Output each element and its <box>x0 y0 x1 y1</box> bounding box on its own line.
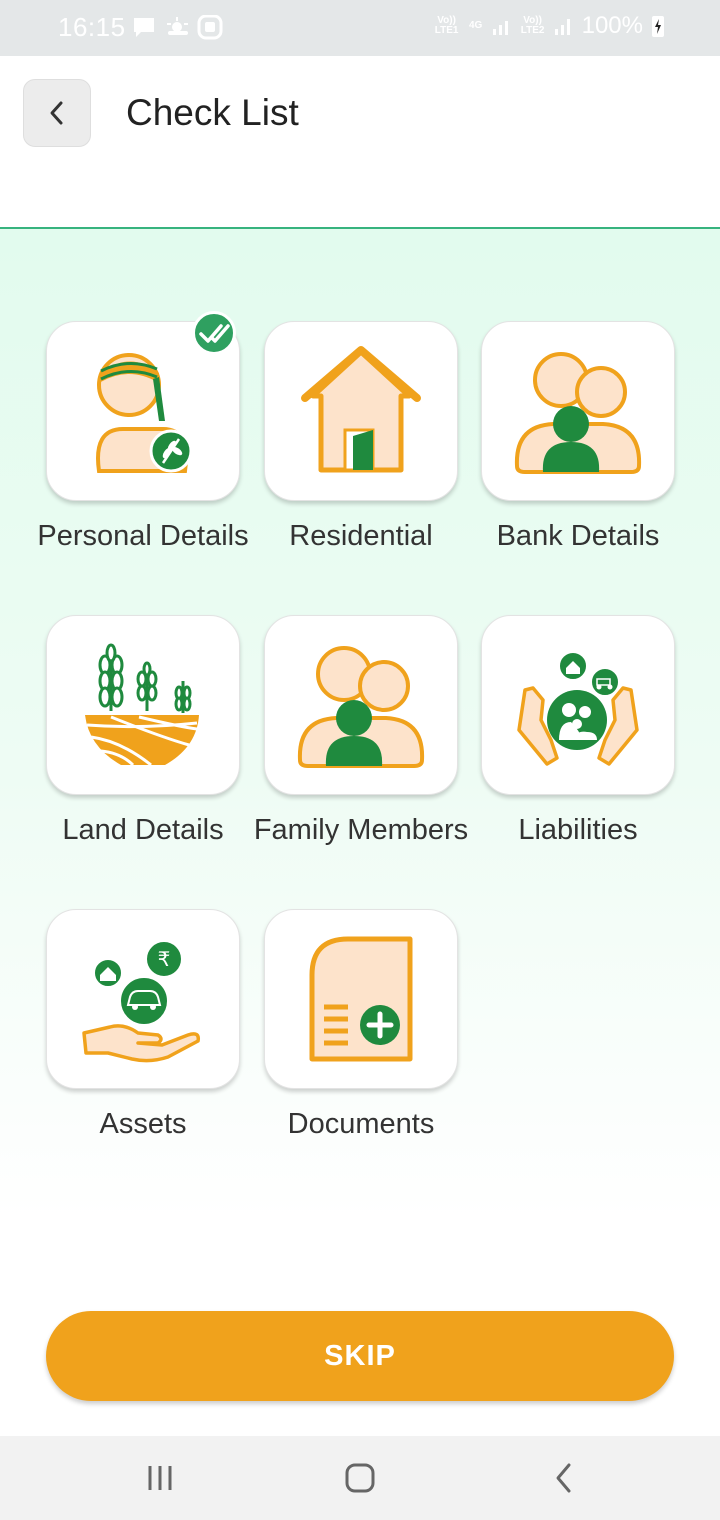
status-time: 16:15 <box>58 12 126 42</box>
status-bar: 16:15 Vo)) LTE1 4G Vo)) LTE2 100% <box>0 0 720 56</box>
tile-label: Assets <box>99 1108 187 1140</box>
tile-card[interactable] <box>264 615 458 795</box>
skip-button[interactable]: SKIP <box>46 1311 674 1401</box>
crop-field-icon <box>85 643 199 767</box>
sim1-indicator: Vo)) LTE1 <box>434 15 459 36</box>
back-button[interactable] <box>23 79 91 147</box>
completed-check-icon <box>192 311 236 355</box>
house-icon <box>301 346 421 473</box>
farmer-icon <box>96 353 193 473</box>
back-arrow-icon <box>556 1463 571 1493</box>
home-icon <box>345 1463 375 1493</box>
hand-assets-icon: ₹ <box>82 940 201 1063</box>
tile-label: Family Members <box>253 814 469 846</box>
tile-label: Documents <box>287 1108 435 1140</box>
tile-label: Land Details <box>62 814 224 846</box>
battery-charging-icon <box>652 16 664 37</box>
checklist-content: Personal Details Residential Bank Detail… <box>0 229 720 1436</box>
svg-text:₹: ₹ <box>158 947 171 971</box>
recent-apps-icon <box>148 1466 172 1490</box>
tile-label: Bank Details <box>496 520 660 552</box>
network-type: 4G <box>468 20 483 31</box>
tile-card[interactable] <box>264 321 458 501</box>
status-right: Vo)) LTE1 4G Vo)) LTE2 100% <box>434 12 665 40</box>
recent-apps-button[interactable] <box>138 1456 182 1500</box>
family-icon <box>297 646 425 768</box>
chevron-left-icon <box>50 101 63 125</box>
battery-level: 100% <box>581 12 643 39</box>
home-button[interactable] <box>338 1456 382 1500</box>
notification-icons <box>132 14 224 46</box>
tile-card[interactable]: ₹ <box>46 909 240 1089</box>
weather-icon <box>167 17 188 35</box>
people-group-icon <box>514 352 642 474</box>
signal-1-icon <box>492 21 508 35</box>
message-icon <box>134 18 154 37</box>
signal-2-icon <box>554 19 570 35</box>
tile-card[interactable] <box>481 321 675 501</box>
system-back-button[interactable] <box>542 1456 586 1500</box>
tile-card[interactable] <box>46 615 240 795</box>
tile-card[interactable] <box>481 615 675 795</box>
tile-label: Personal Details <box>37 520 249 552</box>
tile-label: Residential <box>289 520 433 552</box>
system-nav-bar <box>0 1436 720 1520</box>
page-title: Check List <box>126 92 299 133</box>
document-add-icon <box>309 936 413 1062</box>
app-header: Check List <box>0 56 720 229</box>
hands-liabilities-icon <box>517 651 639 766</box>
tile-label: Liabilities <box>518 814 638 846</box>
tile-card[interactable] <box>264 909 458 1089</box>
app-notification-icon <box>197 14 223 40</box>
sim2-indicator: Vo)) LTE2 <box>520 15 545 36</box>
